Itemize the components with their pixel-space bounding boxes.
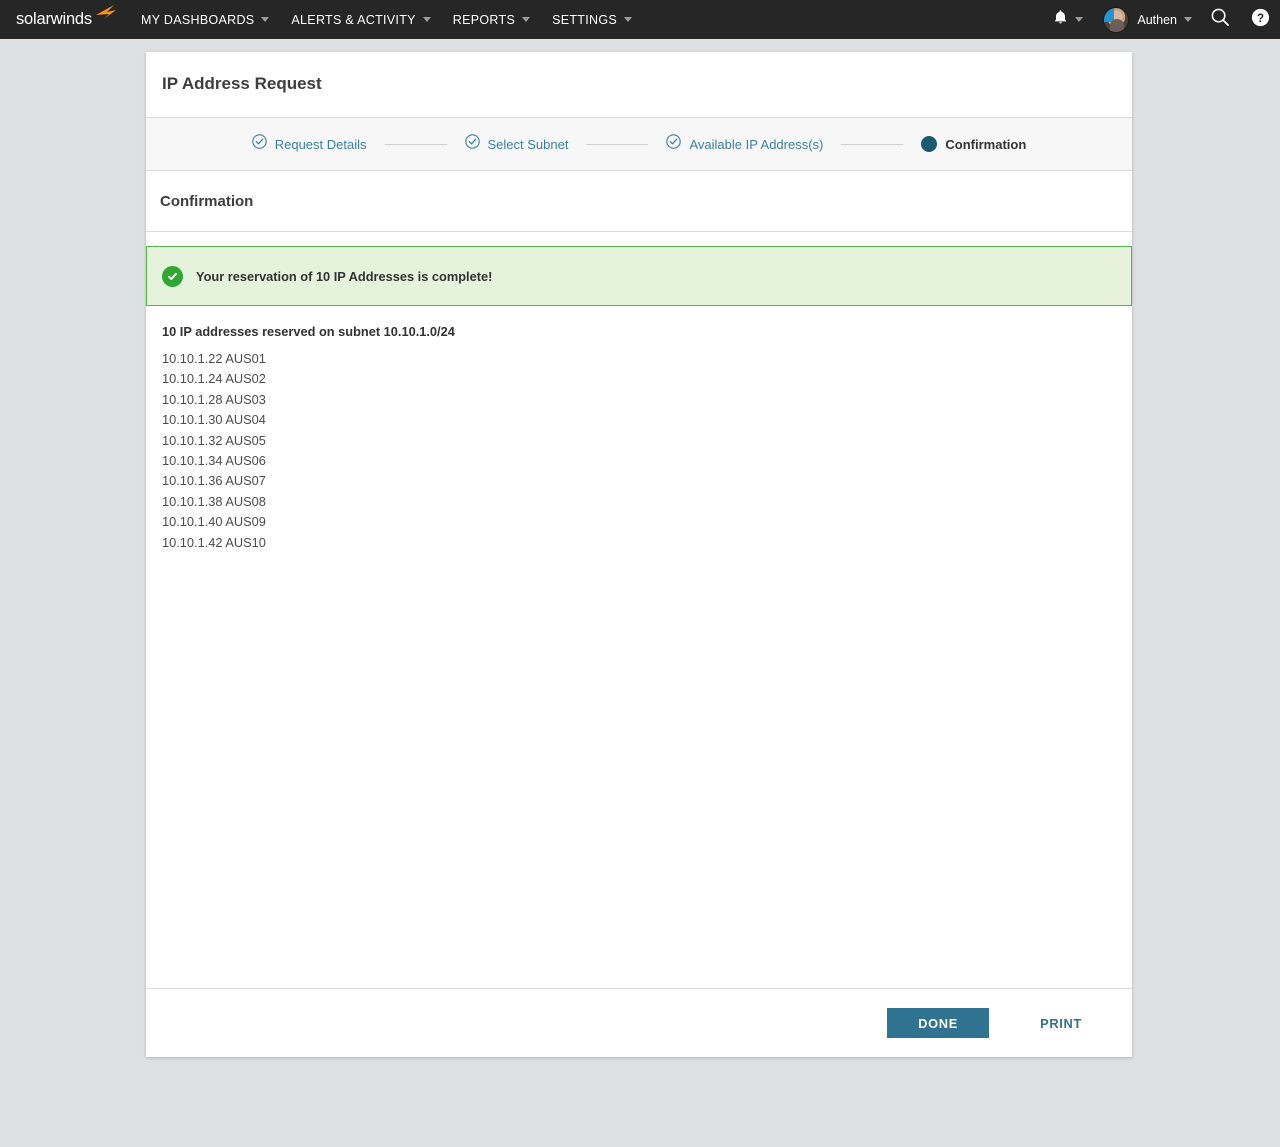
step-connector	[586, 143, 649, 145]
check-circle-icon	[251, 134, 267, 154]
nav-item-label: MY DASHBOARDS	[141, 12, 255, 27]
top-navigation-bar: solarwinds MY DASHBOARDS ALERTS & ACTIVI…	[0, 0, 1280, 39]
list-item: 10.10.1.22 AUS01	[162, 351, 266, 366]
section-heading: Confirmation	[160, 193, 254, 210]
filled-dot-icon	[921, 136, 938, 152]
done-button[interactable]: DONE	[887, 1008, 990, 1038]
notifications-button[interactable]	[1043, 9, 1089, 31]
success-check-icon	[162, 265, 183, 287]
list-item: 10.10.1.28 AUS03	[162, 391, 266, 407]
chevron-down-icon	[624, 17, 632, 22]
print-button[interactable]: PRINT	[1034, 1015, 1088, 1032]
page-title: IP Address Request	[162, 74, 322, 93]
solarwinds-logo[interactable]: solarwinds	[0, 5, 116, 29]
list-item: 10.10.1.40 AUS09	[162, 514, 266, 530]
svg-text:?: ?	[1256, 12, 1263, 24]
nav-item-reports[interactable]: REPORTS	[442, 0, 541, 39]
wizard-step-label: Available IP Address(s)	[689, 136, 824, 152]
wizard-step-bar: Request Details Select Subnet Available …	[146, 118, 1132, 171]
list-item: 10.10.1.42 AUS10	[162, 534, 266, 550]
reservation-results: 10 IP addresses reserved on subnet 10.10…	[146, 306, 1132, 988]
wizard-step-select-subnet[interactable]: Select Subnet	[464, 134, 569, 154]
list-item: 10.10.1.38 AUS08	[162, 493, 266, 509]
wizard-step-request-details[interactable]: Request Details	[251, 134, 367, 154]
wizard-step-label: Select Subnet	[487, 136, 569, 152]
nav-item-label: SETTINGS	[552, 12, 617, 27]
chevron-down-icon	[261, 17, 270, 22]
user-menu[interactable]: Authen	[1089, 6, 1200, 33]
nav-item-alerts-activity[interactable]: ALERTS & ACTIVITY	[280, 0, 441, 39]
check-circle-icon	[666, 134, 682, 154]
divider	[146, 231, 1132, 232]
list-item: 10.10.1.24 AUS02	[162, 371, 266, 387]
nav-item-label: ALERTS & ACTIVITY	[291, 12, 416, 27]
success-banner-message: Your reservation of 10 IP Addresses is c…	[196, 268, 493, 284]
wizard-step-label: Request Details	[274, 136, 367, 152]
chevron-down-icon	[422, 17, 431, 22]
list-item: 10.10.1.36 AUS07	[162, 473, 266, 489]
wizard-step-label: Confirmation	[945, 136, 1027, 152]
step-connector	[841, 143, 904, 145]
main-menu: MY DASHBOARDS ALERTS & ACTIVITY REPORTS …	[130, 0, 643, 39]
results-heading: 10 IP addresses reserved on subnet 10.10…	[162, 324, 455, 339]
search-icon	[1210, 7, 1230, 32]
check-circle-icon	[464, 134, 480, 154]
help-button[interactable]: ?	[1240, 0, 1280, 39]
notification-bell-icon	[1053, 9, 1068, 31]
chevron-down-icon	[1075, 17, 1084, 22]
ip-address-request-card: IP Address Request Request Details Selec…	[146, 52, 1132, 1057]
list-item: 10.10.1.32 AUS05	[162, 432, 266, 448]
chevron-down-icon	[522, 17, 531, 22]
search-button[interactable]	[1200, 0, 1240, 39]
nav-item-my-dashboards[interactable]: MY DASHBOARDS	[130, 0, 280, 39]
logo-text: solarwinds	[16, 10, 92, 28]
help-icon: ?	[1251, 8, 1270, 32]
list-item: 10.10.1.30 AUS04	[162, 412, 266, 428]
nav-item-settings[interactable]: SETTINGS	[541, 0, 643, 39]
nav-item-label: REPORTS	[452, 12, 516, 27]
nav-right-cluster: Authen ?	[1043, 0, 1280, 39]
wizard-step-available-ip-addresses[interactable]: Available IP Address(s)	[666, 134, 823, 154]
success-banner: Your reservation of 10 IP Addresses is c…	[146, 246, 1132, 306]
username-label: Authen	[1137, 12, 1177, 27]
step-connector	[384, 143, 447, 145]
solarwinds-flame-icon	[94, 3, 118, 28]
card-footer: DONE PRINT	[146, 989, 1132, 1057]
list-item: 10.10.1.34 AUS06	[162, 453, 266, 469]
wizard-step-confirmation[interactable]: Confirmation	[921, 136, 1026, 152]
chevron-down-icon	[1184, 17, 1192, 22]
avatar	[1103, 6, 1130, 33]
